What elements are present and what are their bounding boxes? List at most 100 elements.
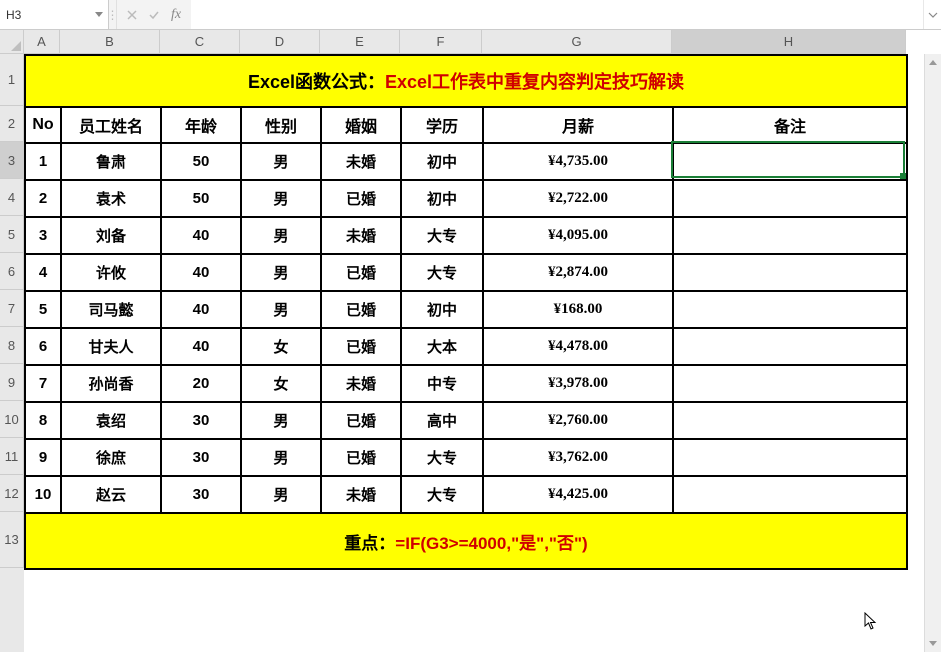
cell-age[interactable]: 40	[161, 217, 241, 254]
table-row[interactable]: 3刘备40男未婚大专¥4,095.00	[25, 217, 907, 254]
cell-education[interactable]: 大专	[401, 476, 483, 513]
cell-marital[interactable]: 已婚	[321, 328, 401, 365]
cell-age[interactable]: 30	[161, 476, 241, 513]
row-header-4[interactable]: 4	[0, 179, 24, 216]
cell-no[interactable]: 1	[25, 143, 61, 180]
cell-gender[interactable]: 男	[241, 439, 321, 476]
cell-marital[interactable]: 未婚	[321, 217, 401, 254]
cell-education[interactable]: 大专	[401, 217, 483, 254]
footer-cell[interactable]: 重点：=IF(G3>=4000,"是","否")	[25, 513, 907, 569]
column-header-C[interactable]: C	[160, 30, 240, 54]
cell-age[interactable]: 40	[161, 291, 241, 328]
cell-name[interactable]: 赵云	[61, 476, 161, 513]
cell-no[interactable]: 8	[25, 402, 61, 439]
row-header-13[interactable]: 13	[0, 512, 24, 568]
footer-row[interactable]: 重点：=IF(G3>=4000,"是","否")	[25, 513, 907, 569]
column-header-F[interactable]: F	[400, 30, 482, 54]
formula-bar-grip[interactable]: ⋮	[109, 0, 117, 29]
row-header-3[interactable]: 3	[0, 142, 24, 179]
column-header-D[interactable]: D	[240, 30, 320, 54]
cell-age[interactable]: 50	[161, 180, 241, 217]
cell-marital[interactable]: 已婚	[321, 291, 401, 328]
expand-formula-bar-button[interactable]	[923, 0, 941, 29]
cell-no[interactable]: 6	[25, 328, 61, 365]
cell-marital[interactable]: 未婚	[321, 476, 401, 513]
cell-gender[interactable]: 女	[241, 328, 321, 365]
header-age[interactable]: 年龄	[161, 107, 241, 143]
row-header-12[interactable]: 12	[0, 475, 24, 512]
name-box-dropdown[interactable]	[90, 0, 108, 29]
row-header-1[interactable]: 1	[0, 54, 24, 106]
header-salary[interactable]: 月薪	[483, 107, 673, 143]
row-header-8[interactable]: 8	[0, 327, 24, 364]
grid-body[interactable]: Excel函数公式：Excel工作表中重复内容判定技巧解读 No 员工姓名 年龄…	[24, 54, 941, 652]
row-header-10[interactable]: 10	[0, 401, 24, 438]
column-header-G[interactable]: G	[482, 30, 672, 54]
cell-gender[interactable]: 男	[241, 217, 321, 254]
scroll-up-button[interactable]	[925, 54, 941, 71]
cell-remark[interactable]	[673, 291, 907, 328]
cell-remark[interactable]	[673, 439, 907, 476]
cell-no[interactable]: 7	[25, 365, 61, 402]
header-no[interactable]: No	[25, 107, 61, 143]
cell-name[interactable]: 徐庶	[61, 439, 161, 476]
cell-gender[interactable]: 男	[241, 143, 321, 180]
row-header-2[interactable]: 2	[0, 106, 24, 142]
header-row[interactable]: No 员工姓名 年龄 性别 婚姻 学历 月薪 备注	[25, 107, 907, 143]
table-row[interactable]: 2袁术50男已婚初中¥2,722.00	[25, 180, 907, 217]
cell-education[interactable]: 初中	[401, 143, 483, 180]
title-row[interactable]: Excel函数公式：Excel工作表中重复内容判定技巧解读	[25, 55, 907, 107]
cell-remark[interactable]	[673, 143, 907, 180]
cell-remark[interactable]	[673, 254, 907, 291]
cell-gender[interactable]: 男	[241, 476, 321, 513]
cell-education[interactable]: 大本	[401, 328, 483, 365]
cell-salary[interactable]: ¥3,978.00	[483, 365, 673, 402]
cell-name[interactable]: 刘备	[61, 217, 161, 254]
cell-gender[interactable]: 女	[241, 365, 321, 402]
cell-no[interactable]: 10	[25, 476, 61, 513]
cell-education[interactable]: 中专	[401, 365, 483, 402]
table-row[interactable]: 9徐庶30男已婚大专¥3,762.00	[25, 439, 907, 476]
cell-marital[interactable]: 未婚	[321, 365, 401, 402]
cell-name[interactable]: 袁术	[61, 180, 161, 217]
cell-age[interactable]: 40	[161, 254, 241, 291]
cell-name[interactable]: 司马懿	[61, 291, 161, 328]
table-row[interactable]: 6甘夫人40女已婚大本¥4,478.00	[25, 328, 907, 365]
column-header-B[interactable]: B	[60, 30, 160, 54]
column-header-H[interactable]: H	[672, 30, 906, 54]
cell-age[interactable]: 50	[161, 143, 241, 180]
row-header-5[interactable]: 5	[0, 216, 24, 253]
name-box[interactable]	[0, 0, 90, 29]
cell-salary[interactable]: ¥168.00	[483, 291, 673, 328]
cell-education[interactable]: 大专	[401, 254, 483, 291]
cell-no[interactable]: 2	[25, 180, 61, 217]
table-row[interactable]: 4许攸40男已婚大专¥2,874.00	[25, 254, 907, 291]
cell-education[interactable]: 初中	[401, 291, 483, 328]
row-header-9[interactable]: 9	[0, 364, 24, 401]
cell-marital[interactable]: 已婚	[321, 402, 401, 439]
cell-name[interactable]: 袁绍	[61, 402, 161, 439]
cell-remark[interactable]	[673, 476, 907, 513]
cell-remark[interactable]	[673, 328, 907, 365]
cell-marital[interactable]: 已婚	[321, 439, 401, 476]
cell-salary[interactable]: ¥4,478.00	[483, 328, 673, 365]
table-row[interactable]: 7孙尚香20女未婚中专¥3,978.00	[25, 365, 907, 402]
table-row[interactable]: 1鲁肃50男未婚初中¥4,735.00	[25, 143, 907, 180]
cell-gender[interactable]: 男	[241, 180, 321, 217]
cell-no[interactable]: 4	[25, 254, 61, 291]
cell-education[interactable]: 高中	[401, 402, 483, 439]
cell-name[interactable]: 许攸	[61, 254, 161, 291]
cell-salary[interactable]: ¥3,762.00	[483, 439, 673, 476]
cell-salary[interactable]: ¥4,735.00	[483, 143, 673, 180]
cell-no[interactable]: 5	[25, 291, 61, 328]
header-education[interactable]: 学历	[401, 107, 483, 143]
cell-gender[interactable]: 男	[241, 254, 321, 291]
row-header-7[interactable]: 7	[0, 290, 24, 327]
cell-remark[interactable]	[673, 217, 907, 254]
header-marital[interactable]: 婚姻	[321, 107, 401, 143]
table-row[interactable]: 8袁绍30男已婚高中¥2,760.00	[25, 402, 907, 439]
cell-age[interactable]: 20	[161, 365, 241, 402]
cell-remark[interactable]	[673, 365, 907, 402]
title-cell[interactable]: Excel函数公式：Excel工作表中重复内容判定技巧解读	[25, 55, 907, 107]
cell-age[interactable]: 30	[161, 439, 241, 476]
